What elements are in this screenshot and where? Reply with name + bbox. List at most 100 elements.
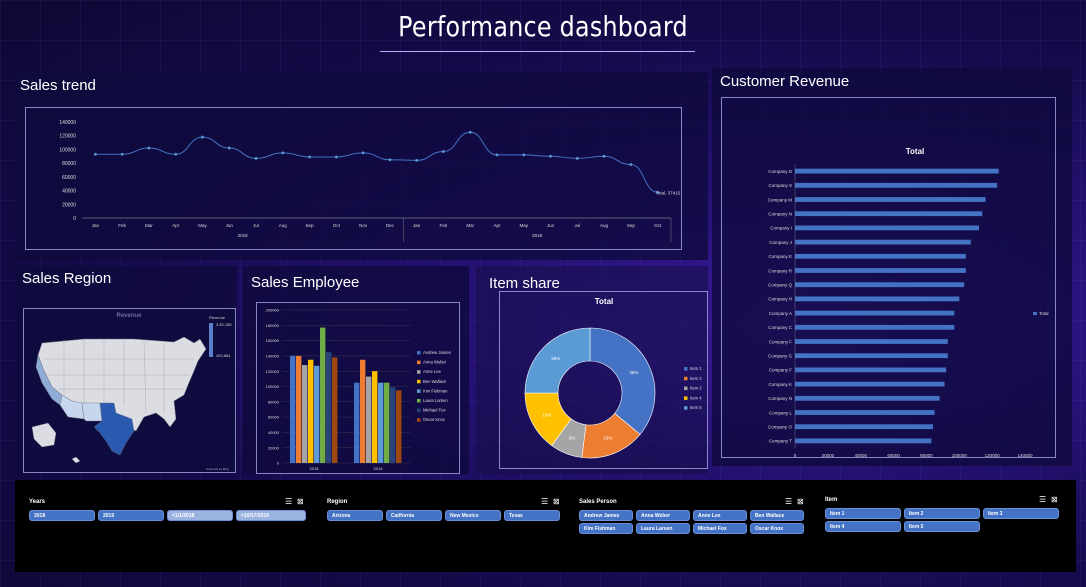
legend-swatch: [684, 367, 688, 371]
clear-filter-icon[interactable]: ⊠: [1051, 495, 1058, 504]
legend-swatch: [684, 376, 688, 381]
sales-person-item[interactable]: Kim Fishman: [579, 523, 633, 534]
sales-person-item[interactable]: Andrew James: [579, 510, 633, 521]
region-item-arizona[interactable]: Arizona: [327, 510, 383, 521]
category-label: Company M: [768, 197, 793, 202]
legend-swatch: [417, 360, 421, 365]
dashboard-title: Performance dashboard: [398, 10, 688, 43]
data-point: [147, 146, 151, 150]
employee-bar: [378, 382, 384, 463]
item-slicer-item-3[interactable]: Item 3: [983, 508, 1059, 519]
item-slicer-item-4[interactable]: Item 4: [825, 521, 901, 532]
region-item-texas[interactable]: Texas: [504, 510, 560, 521]
legend-swatch: [417, 408, 421, 413]
revenue-bar: [795, 381, 945, 387]
chart-title: Total: [595, 297, 614, 306]
revenue-bar: [795, 296, 960, 302]
slice-label: 8%: [569, 436, 576, 441]
sales-region-map: Revenue Revenue 3,82,185 492,884 Powered…: [31, 313, 232, 471]
map-title: Revenue: [116, 313, 142, 319]
customer-revenue-panel: Customer Revenue Total Company D Company S…: [712, 68, 1072, 466]
x-tick-label: Dec: [386, 223, 395, 228]
y-tick-label: 40000: [268, 430, 280, 435]
category-label: Company N: [768, 396, 792, 401]
x-tick-label: 0: [794, 453, 797, 458]
sales-person-item[interactable]: Laura Larsen: [636, 523, 690, 534]
clear-filter-icon[interactable]: ⊠: [553, 497, 560, 506]
sales-person-item[interactable]: Anne Lee: [693, 510, 747, 521]
x-tick-label: Jul: [253, 223, 259, 228]
customer-revenue-chart: Total Company D Company S Company M Company …: [768, 147, 1049, 458]
data-point: [575, 156, 579, 160]
category-label: Company D: [768, 169, 793, 174]
item-slicer-item-1[interactable]: Item 1: [825, 508, 901, 519]
multiselect-icon[interactable]: ☰: [785, 497, 792, 506]
customer-revenue-chart-frame: Total Company D Company S Company M Company …: [721, 97, 1056, 458]
y-tick-label: 0: [73, 216, 76, 222]
item-share-chart-frame: Total 36% 16% 8% 15% 25% Item 1 Item 2 Item 3 Ite…: [499, 291, 708, 469]
item-share-title: Item share: [489, 275, 560, 292]
data-point: [120, 152, 124, 156]
category-label: Company K: [768, 382, 792, 387]
revenue-bar: [795, 168, 999, 174]
legend-label: Andrew James: [423, 350, 451, 355]
employee-bar: [332, 357, 338, 463]
item-slicer-item-2[interactable]: Item 2: [904, 508, 980, 519]
x-tick-label: 60000: [887, 453, 900, 458]
years-item-2018[interactable]: 2018: [29, 510, 95, 521]
data-point: [495, 153, 499, 157]
sales-person-item[interactable]: Ben Wallace: [750, 510, 804, 521]
y-tick-label: 160000: [266, 338, 280, 343]
years-item-2019[interactable]: 2019: [98, 510, 164, 521]
region-slicer: Region ☰ ⊠ Arizona California New Mexico…: [327, 497, 563, 521]
data-point: [308, 155, 311, 159]
legend-swatch: [417, 399, 421, 403]
data-point: [201, 135, 204, 139]
map-legend-gradient: [209, 323, 213, 357]
clear-filter-icon[interactable]: ⊠: [797, 497, 804, 506]
legend-swatch: [417, 389, 421, 393]
region-item-new-mexico[interactable]: New Mexico: [445, 510, 501, 521]
sales-person-item[interactable]: Oscar Knox: [750, 523, 804, 534]
category-label: Company C: [768, 325, 793, 330]
employee-bar: [314, 365, 320, 463]
legend-label: Anne Lee: [423, 369, 442, 374]
legend-swatch: [417, 370, 421, 374]
data-point: [522, 153, 526, 157]
y-tick-label: 120000: [266, 369, 280, 374]
revenue-bar: [795, 310, 955, 316]
slicer-panel: Years ☰ ⊠ 2018 2019 <1/1/2018 >10/17/201…: [15, 480, 1076, 572]
legend-label: Item 2: [690, 376, 702, 381]
region-item-california[interactable]: California: [386, 510, 442, 521]
multiselect-icon[interactable]: ☰: [541, 497, 548, 506]
legend-swatch: [684, 406, 688, 410]
revenue-bar: [795, 239, 971, 245]
employee-bar: [296, 355, 302, 463]
employee-bar: [354, 382, 360, 463]
legend-label: Anna Weber: [423, 360, 447, 365]
data-point: [549, 154, 552, 158]
clear-filter-icon[interactable]: ⊠: [297, 497, 304, 506]
years-item-before[interactable]: <1/1/2018: [167, 510, 233, 521]
title-underline: [380, 51, 695, 52]
chart-title: Total: [906, 147, 925, 156]
category-label: Company A: [769, 311, 792, 316]
x-tick-label: 140000: [1017, 453, 1033, 458]
item-share-panel: Item share Total 36% 16% 8% 15% 25% Item 1 Item…: [476, 266, 708, 474]
item-slicer-item-5[interactable]: Item 5: [904, 521, 980, 532]
years-item-after[interactable]: >10/17/2019: [236, 510, 306, 521]
sales-employee-chart-frame: 0 20000 40000 60000 80000 100000 120000 140000 1…: [256, 302, 460, 474]
multiselect-icon[interactable]: ☰: [285, 497, 292, 506]
multiselect-icon[interactable]: ☰: [1039, 495, 1046, 504]
legend-swatch: [1033, 312, 1037, 315]
x-tick-label: Feb: [118, 223, 126, 228]
revenue-bar: [795, 438, 932, 444]
data-point: [174, 152, 178, 156]
sales-person-item[interactable]: Michael Fox: [693, 523, 747, 534]
legend-label: Item 4: [690, 395, 702, 400]
alaska-shape: [31, 422, 57, 448]
revenue-bar: [795, 324, 955, 330]
sales-employee-title: Sales Employee: [251, 274, 360, 291]
sales-person-item[interactable]: Anna Weber: [636, 510, 690, 521]
category-label: Company F: [769, 339, 793, 344]
